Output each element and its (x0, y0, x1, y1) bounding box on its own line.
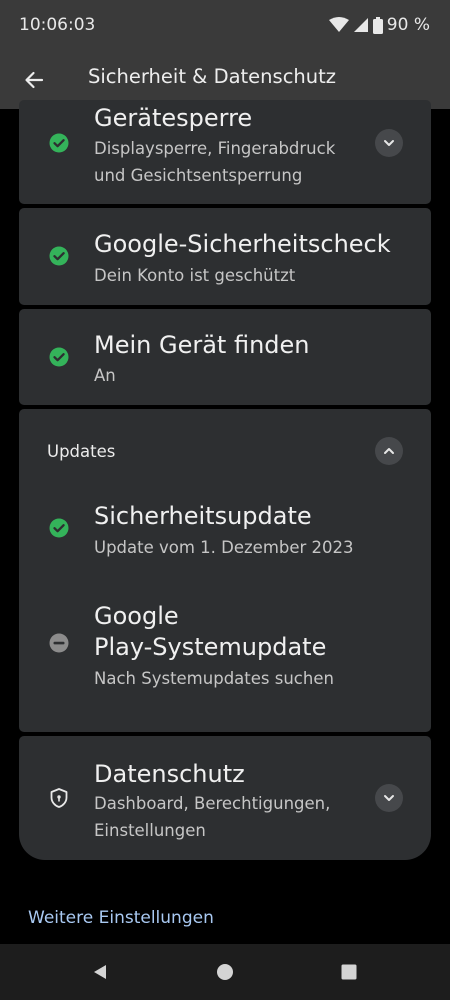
cell-signal-icon (353, 17, 369, 33)
nav-recents-button[interactable] (335, 958, 363, 986)
check-circle-icon (49, 133, 69, 153)
battery-icon (372, 16, 383, 34)
updates-label: Updates (47, 442, 116, 461)
security-check-subtitle: Dein Konto ist geschützt (94, 266, 296, 285)
minus-circle-icon (49, 633, 69, 653)
status-icons: 90 % (328, 15, 430, 35)
check-circle-icon (49, 347, 69, 367)
security-check-item[interactable]: Google-Sicherheitscheck Dein Konto ist g… (19, 208, 431, 305)
device-lock-subtitle-1: Displaysperre, Fingerabdruck (94, 139, 336, 158)
circle-home-icon (217, 964, 233, 980)
battery-percent: 90 % (386, 15, 430, 35)
check-circle-icon (49, 518, 69, 538)
expand-button[interactable] (375, 784, 403, 812)
square-recents-icon (341, 964, 357, 980)
chevron-down-icon (384, 140, 394, 146)
page-title: Sicherheit & Datenschutz (88, 65, 337, 88)
updates-section: Updates Sicherheitsupdate Update vom 1. … (19, 409, 431, 732)
privacy-subtitle-2: Einstellungen (94, 821, 206, 840)
find-device-item[interactable]: Mein Gerät finden An (19, 309, 431, 405)
security-check-title: Google-Sicherheitscheck (94, 230, 391, 258)
more-settings-link[interactable]: Weitere Einstellungen (28, 908, 214, 928)
find-device-title: Mein Gerät finden (94, 331, 310, 359)
security-update-subtitle: Update vom 1. Dezember 2023 (94, 538, 354, 557)
arrow-back-icon (25, 71, 44, 89)
find-device-subtitle: An (94, 366, 116, 385)
privacy-item[interactable]: Datenschutz Dashboard, Berechtigungen, E… (19, 736, 431, 860)
collapse-button[interactable] (375, 437, 403, 465)
check-circle-icon (49, 246, 69, 266)
navigation-bar (0, 944, 450, 1000)
chevron-down-icon (384, 795, 394, 801)
expand-button[interactable] (375, 129, 403, 157)
device-lock-subtitle-2: und Gesichtsentsperrung (94, 166, 303, 185)
back-button[interactable] (16, 62, 52, 98)
security-update-title: Sicherheitsupdate (94, 502, 312, 530)
device-lock-item[interactable]: Gerätesperre Displaysperre, Fingerabdruc… (19, 100, 431, 204)
play-system-update-item[interactable]: Google Play-Systemupdate Nach Systemupda… (19, 593, 431, 703)
play-update-title-1: Google (94, 602, 179, 630)
nav-home-button[interactable] (211, 958, 239, 986)
device-lock-title: Gerätesperre (94, 104, 253, 132)
play-update-subtitle: Nach Systemupdates suchen (94, 669, 334, 688)
triangle-back-icon (94, 965, 106, 979)
shield-icon (50, 788, 68, 808)
security-update-item[interactable]: Sicherheitsupdate Update vom 1. Dezember… (19, 493, 431, 565)
status-time: 10:06:03 (19, 15, 96, 35)
chevron-up-icon (384, 448, 394, 454)
nav-back-button[interactable] (86, 958, 114, 986)
wifi-icon (328, 17, 349, 33)
play-update-title-2: Play-Systemupdate (94, 633, 327, 661)
privacy-title: Datenschutz (94, 760, 245, 788)
status-bar: 10:06:03 90 % (0, 0, 450, 52)
privacy-subtitle-1: Dashboard, Berechtigungen, (94, 794, 331, 813)
